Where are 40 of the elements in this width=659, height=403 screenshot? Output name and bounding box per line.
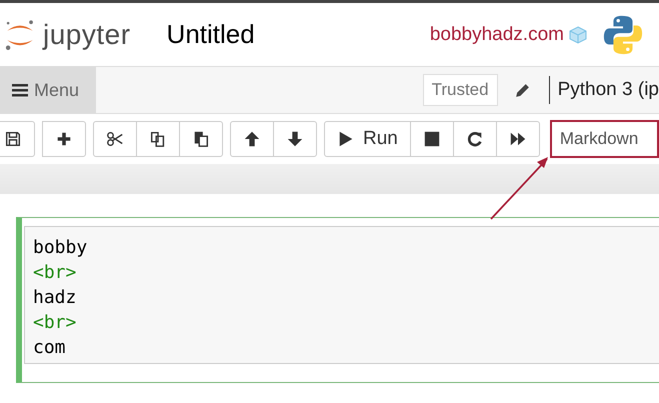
copy-button[interactable] (136, 121, 180, 157)
fast-forward-icon (508, 130, 527, 148)
paste-icon (192, 130, 210, 148)
up-arrow-icon (243, 130, 261, 148)
add-cell-button[interactable] (42, 121, 86, 157)
run-all-button[interactable] (496, 121, 540, 157)
trusted-indicator[interactable]: Trusted (422, 74, 498, 106)
save-button[interactable] (0, 121, 35, 157)
logo-text: jupyter (43, 18, 131, 50)
cube-icon (568, 24, 588, 44)
move-down-button[interactable] (273, 121, 317, 157)
site-label: bobbyhadz.com (430, 24, 564, 46)
menu-icon (12, 83, 28, 97)
code-line: com (33, 336, 66, 360)
save-icon (4, 130, 22, 148)
annotation-arrow (489, 155, 551, 221)
run-button[interactable]: Run (324, 121, 411, 157)
kernel-name[interactable]: Python 3 (ip (558, 79, 659, 101)
restart-button[interactable] (452, 121, 497, 157)
python-logo-icon (602, 14, 644, 56)
stop-icon (422, 130, 441, 148)
code-line: bobby (33, 236, 88, 260)
pencil-icon[interactable] (514, 82, 531, 98)
scissors-icon (106, 130, 124, 148)
menu-button[interactable]: Menu (0, 67, 96, 113)
code-line: <br> (33, 311, 76, 335)
restart-icon (466, 130, 484, 148)
cell-type-dropdown[interactable]: Markdown (550, 120, 659, 158)
copy-icon (149, 130, 167, 148)
cut-button[interactable] (93, 121, 137, 157)
paste-button[interactable] (179, 121, 223, 157)
down-arrow-icon (286, 130, 304, 148)
notebook-title[interactable]: Untitled (166, 19, 255, 50)
code-line: hadz (33, 286, 76, 310)
plus-icon (55, 130, 73, 148)
notebook-cell[interactable]: bobby <br> hadz <br> com (16, 217, 659, 383)
stop-button[interactable] (410, 121, 454, 157)
code-line: <br> (33, 261, 76, 285)
move-up-button[interactable] (230, 121, 274, 157)
play-icon (337, 130, 355, 148)
